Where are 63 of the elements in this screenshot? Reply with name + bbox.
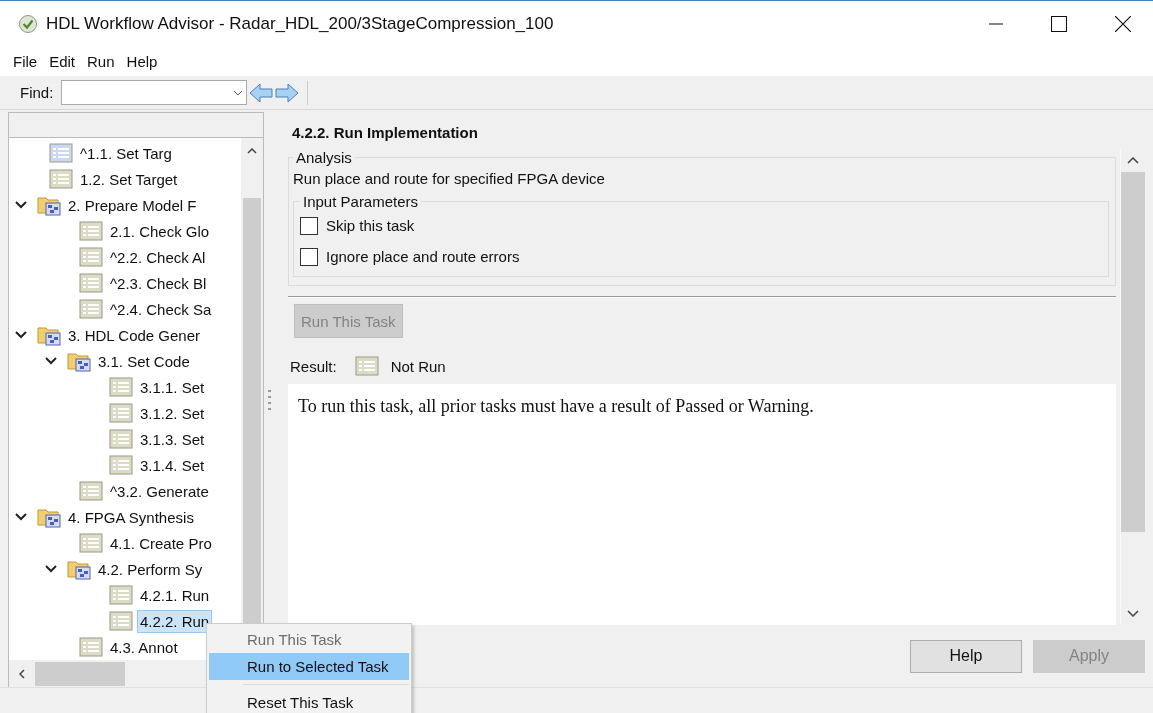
tree-item[interactable]: 4.1. Create Pro (108, 532, 214, 554)
tree-item[interactable]: 3. HDL Code Gener (66, 324, 202, 346)
tree-item[interactable]: 4. FPGA Synthesis (66, 506, 196, 528)
scroll-left-icon[interactable] (19, 668, 25, 679)
folder-icon (37, 506, 61, 528)
menu-item[interactable]: Edit (49, 52, 76, 70)
tree-item[interactable]: ^2.3. Check Bl (108, 272, 209, 294)
tree-item[interactable]: 4.3. Annot (108, 636, 180, 658)
scroll-up-icon[interactable] (247, 148, 257, 154)
check-circle-icon (18, 13, 38, 34)
tree-item[interactable]: 2. Prepare Model F (66, 194, 199, 216)
checkbox[interactable] (300, 216, 318, 235)
tree-item[interactable]: ^2.2. Check Al (108, 246, 208, 268)
result-value: Not Run (390, 357, 446, 375)
chevron-down-icon[interactable] (45, 565, 57, 573)
splitter-grip-icon[interactable] (267, 387, 271, 412)
folder-icon (67, 558, 91, 580)
folder-icon (67, 350, 91, 372)
chevron-down-icon[interactable] (45, 357, 57, 365)
chevron-down-icon[interactable] (15, 201, 27, 209)
back-arrow-icon[interactable] (249, 82, 274, 103)
tree-item[interactable]: 4.2. Perform Sy (96, 558, 205, 580)
find-label: Find: (20, 84, 54, 101)
context-menu-item[interactable]: Reset This Task (209, 689, 409, 713)
task-icon (354, 356, 379, 376)
group-title: Input Parameters (302, 193, 420, 210)
forward-arrow-icon[interactable] (275, 82, 300, 103)
dropdown-caret-icon[interactable] (233, 89, 244, 96)
task-description: Run place and route for specified FPGA device (293, 170, 606, 187)
checkbox[interactable] (300, 247, 318, 266)
find-field[interactable] (61, 80, 248, 105)
folder-icon (37, 194, 61, 216)
tree-item[interactable]: ^3.2. Generate (108, 480, 211, 502)
chevron-down-icon[interactable] (15, 331, 27, 339)
context-menu-item[interactable]: Run to Selected Task (209, 653, 409, 680)
scroll-up-icon[interactable] (1127, 157, 1139, 164)
tree-item[interactable]: ^1.1. Set Targ (78, 142, 174, 164)
menu-item[interactable]: Run (87, 52, 115, 70)
scroll-down-icon[interactable] (1127, 610, 1139, 617)
checkbox-label: Ignore place and route errors (326, 248, 520, 265)
tree-item[interactable]: 2.1. Check Glo (108, 220, 212, 242)
tree-item[interactable]: 3.1.1. Set (138, 376, 207, 398)
tree-item[interactable]: 4.2.2. Run (138, 610, 212, 632)
tree-item[interactable]: ^2.4. Check Sa (108, 298, 214, 320)
folder-icon (37, 324, 61, 346)
tree-item[interactable]: 3.1.2. Set (138, 402, 207, 424)
chevron-down-icon[interactable] (15, 513, 27, 521)
close-icon[interactable] (1115, 15, 1131, 32)
dialog-button[interactable]: Help (910, 639, 1022, 673)
tree-item[interactable]: 4.2.1. Run (138, 584, 212, 606)
maximize-icon[interactable] (1051, 15, 1067, 32)
checkbox-label: Skip this task (326, 217, 415, 234)
group-title: Analysis (295, 149, 353, 166)
window-title: HDL Workflow Advisor - Radar_HDL_200/3StageCompression_100 (46, 13, 554, 34)
result-label: Result: (290, 357, 337, 375)
tree-item[interactable]: 3.1.3. Set (138, 428, 207, 450)
menu-item[interactable]: File (13, 52, 38, 70)
tree-item[interactable]: 1.2. Set Target (78, 168, 180, 190)
message-text: To run this task, all prior tasks must have a result of Passed or Warning. (298, 396, 814, 416)
menu-item[interactable]: Help (126, 52, 158, 70)
task-heading: 4.2.2. Run Implementation (291, 123, 479, 143)
tree-item[interactable]: 3.1. Set Code (96, 350, 192, 372)
tree-item[interactable]: 3.1.4. Set (138, 454, 207, 476)
